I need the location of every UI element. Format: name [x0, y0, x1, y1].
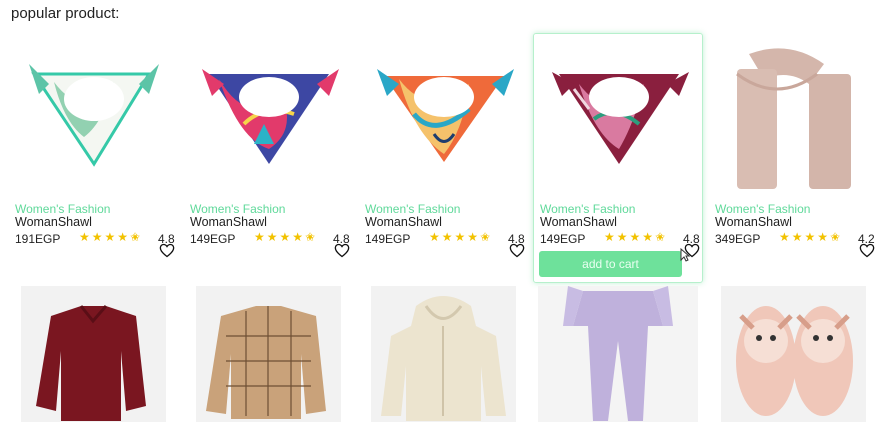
product-card[interactable]: Women's Fashion WomanShawl 149EGP ★★★★✬ …	[533, 33, 703, 283]
heart-icon[interactable]	[859, 243, 875, 258]
product-price: 149EGP	[190, 232, 236, 246]
add-to-cart-button[interactable]: add to cart	[539, 251, 682, 277]
product-name[interactable]: WomanShawl	[365, 215, 442, 229]
product-image[interactable]	[9, 34, 179, 199]
product-name[interactable]: WomanShawl	[715, 215, 792, 229]
product-image[interactable]	[709, 34, 879, 199]
product-price: 149EGP	[365, 232, 411, 246]
star-rating-icon: ★★★★✬	[604, 230, 668, 244]
product-card[interactable]: Women's Fashion WomanShawl 149EGP ★★★★✬ …	[358, 33, 528, 283]
product-category[interactable]: Women's Fashion	[190, 202, 285, 216]
section-title: popular product:	[11, 5, 120, 22]
product-image[interactable]	[21, 286, 166, 422]
product-card[interactable]: Women's Fashion WomanShawl 349EGP ★★★★✬ …	[708, 33, 878, 283]
heart-icon[interactable]	[334, 243, 350, 258]
product-category[interactable]: Women's Fashion	[540, 202, 635, 216]
product-image[interactable]	[538, 286, 698, 422]
product-grid: popular product: Women's Fashion WomanSh…	[0, 0, 879, 422]
product-image[interactable]	[534, 34, 704, 199]
product-image[interactable]	[196, 286, 341, 422]
star-rating-icon: ★★★★✬	[429, 230, 493, 244]
star-rating-icon: ★★★★✬	[779, 230, 843, 244]
product-image[interactable]	[371, 286, 516, 422]
product-name[interactable]: WomanShawl	[190, 215, 267, 229]
star-rating-icon: ★★★★✬	[79, 230, 143, 244]
product-category[interactable]: Women's Fashion	[365, 202, 460, 216]
mouse-cursor-icon	[680, 247, 691, 262]
product-price: 349EGP	[715, 232, 761, 246]
product-category[interactable]: Women's Fashion	[15, 202, 110, 216]
product-price: 149EGP	[540, 232, 586, 246]
product-name[interactable]: WomanShawl	[540, 215, 617, 229]
product-price: 191EGP	[15, 232, 61, 246]
product-image[interactable]	[184, 34, 354, 199]
heart-icon[interactable]	[159, 243, 175, 258]
product-category[interactable]: Women's Fashion	[715, 202, 810, 216]
star-rating-icon: ★★★★✬	[254, 230, 318, 244]
heart-icon[interactable]	[509, 243, 525, 258]
product-image[interactable]	[359, 34, 529, 199]
product-name[interactable]: WomanShawl	[15, 215, 92, 229]
product-image[interactable]	[721, 286, 866, 422]
product-card[interactable]: Women's Fashion WomanShawl 191EGP ★★★★✬ …	[8, 33, 178, 283]
product-card[interactable]: Women's Fashion WomanShawl 149EGP ★★★★✬ …	[183, 33, 353, 283]
